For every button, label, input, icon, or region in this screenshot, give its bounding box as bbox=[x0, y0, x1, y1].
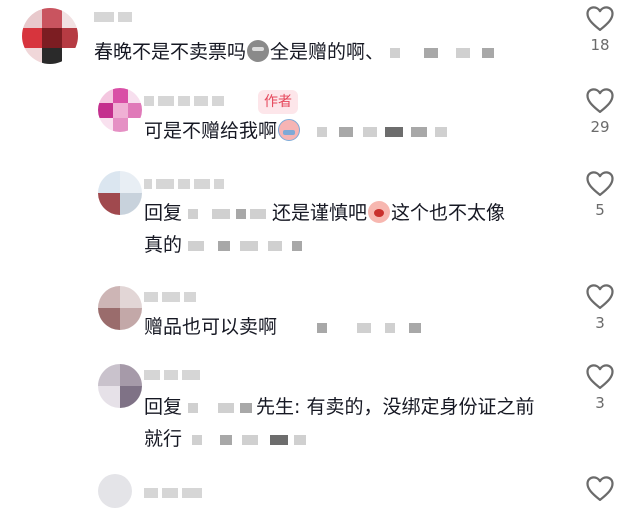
comment-text-continued: 就行 bbox=[144, 424, 307, 454]
comment-item: 春晚不是不卖票吗 全是赠的啊、 18 bbox=[0, 0, 640, 80]
comment-text: 回复 还是谨慎吧 这个也不太像 bbox=[144, 201, 506, 224]
like-count: 3 bbox=[595, 314, 605, 332]
heart-icon bbox=[586, 6, 614, 31]
poop-emoji-icon bbox=[247, 40, 270, 62]
comment-text: 可是不赠给我啊 bbox=[144, 116, 448, 146]
reply-item: 回复 还是谨慎吧 这个也不太像 真的 5 bbox=[0, 165, 640, 275]
heart-icon bbox=[586, 284, 614, 309]
username-redacted[interactable] bbox=[144, 486, 202, 500]
avatar[interactable] bbox=[98, 171, 142, 215]
like-button[interactable]: 3 bbox=[580, 362, 620, 412]
username-redacted[interactable] bbox=[144, 290, 196, 304]
crying-emoji-icon bbox=[278, 119, 301, 141]
reply-item: 作者 可是不赠给我啊 29 bbox=[0, 80, 640, 160]
like-count: 5 bbox=[595, 201, 605, 219]
like-count: 3 bbox=[595, 394, 605, 412]
username-redacted[interactable] bbox=[144, 94, 224, 108]
reply-item: 赠品也可以卖啊 3 bbox=[0, 280, 640, 355]
like-button[interactable]: 18 bbox=[580, 4, 620, 54]
like-button[interactable]: 29 bbox=[580, 86, 620, 136]
author-badge: 作者 bbox=[258, 90, 298, 114]
comment-text: 春晚不是不卖票吗 全是赠的啊、 bbox=[94, 37, 495, 67]
username-redacted[interactable] bbox=[144, 368, 200, 382]
avatar[interactable] bbox=[98, 364, 142, 408]
username-redacted[interactable] bbox=[94, 10, 132, 24]
comment-text: 赠品也可以卖啊 bbox=[144, 312, 422, 342]
heart-icon bbox=[586, 476, 614, 501]
avatar[interactable] bbox=[98, 286, 142, 330]
shocked-emoji-icon bbox=[368, 201, 391, 223]
like-count: 29 bbox=[590, 118, 610, 136]
like-button[interactable] bbox=[580, 474, 620, 502]
like-button[interactable]: 3 bbox=[580, 282, 620, 332]
reply-item bbox=[0, 470, 640, 508]
like-button[interactable]: 5 bbox=[580, 169, 620, 219]
reply-item: 回复 先生: 有卖的，没绑定身份证之前 就行 3 bbox=[0, 362, 640, 467]
comment-text: 回复 先生: 有卖的，没绑定身份证之前 bbox=[144, 396, 535, 418]
comment-text-continued: 真的 bbox=[144, 230, 303, 260]
avatar[interactable] bbox=[98, 474, 132, 508]
like-count: 18 bbox=[590, 36, 610, 54]
heart-icon bbox=[586, 171, 614, 196]
heart-icon bbox=[586, 88, 614, 113]
avatar[interactable] bbox=[22, 8, 78, 64]
username-redacted[interactable] bbox=[144, 177, 224, 191]
heart-icon bbox=[586, 364, 614, 389]
avatar[interactable] bbox=[98, 88, 142, 132]
